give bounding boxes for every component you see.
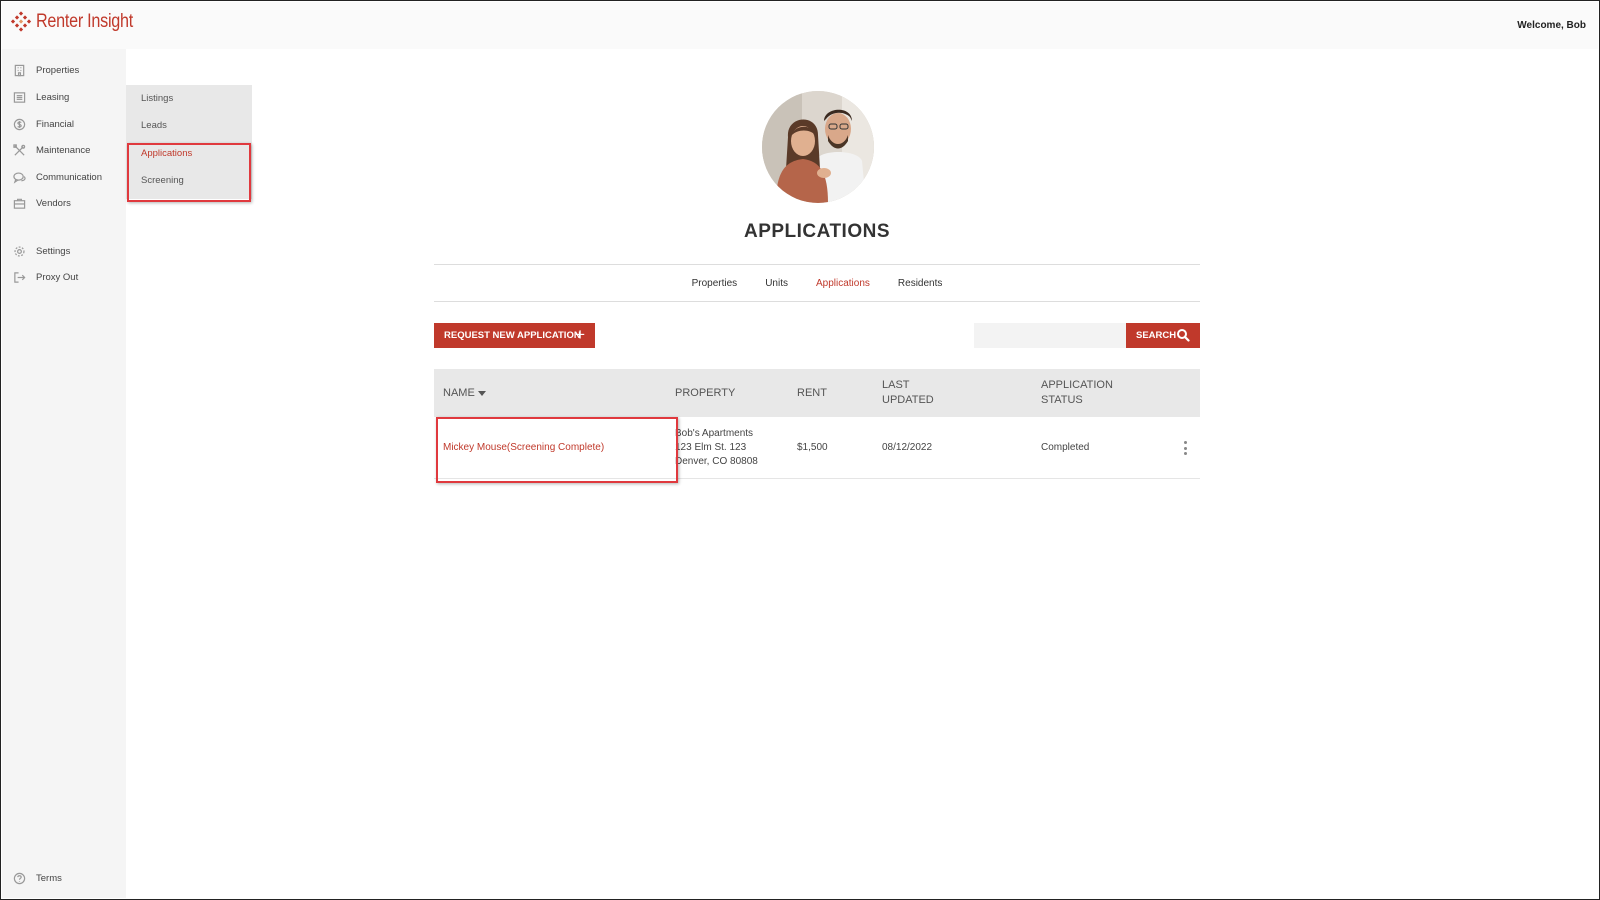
logout-icon [12, 270, 26, 284]
sidebar-item-label: Settings [36, 245, 71, 257]
property-cell: Bob's Apartments 123 Elm St. 123 Denver,… [675, 427, 758, 469]
column-rent: RENT [797, 387, 827, 399]
plus-icon: + [575, 325, 585, 344]
building-icon [12, 63, 26, 77]
status-cell: Completed [1041, 442, 1090, 453]
top-bar: Renter Insight Welcome, Bob [2, 2, 1598, 49]
page-title: APPLICATIONS [743, 221, 891, 242]
table-header: NAME PROPERTY RENT LAST UPDATED APPLICAT… [434, 369, 1200, 417]
property-name: Bob's Apartments [675, 428, 754, 439]
column-last-updated: LAST UPDATED [882, 378, 934, 408]
request-new-application-button[interactable]: REQUEST NEW APPLICATION + [434, 323, 595, 348]
column-last-updated-line1: LAST [882, 379, 910, 391]
gear-icon [12, 244, 26, 258]
dollar-icon [12, 117, 26, 131]
search-button[interactable]: SEARCH [1126, 323, 1200, 348]
submenu-item-applications[interactable]: Applications [141, 148, 192, 159]
sidebar-item-label: Proxy Out [36, 271, 79, 283]
column-status-line2: STATUS [1041, 394, 1083, 406]
submenu-item-screening[interactable]: Screening [141, 175, 184, 186]
tab-units[interactable]: Units [765, 278, 788, 289]
column-name[interactable]: NAME [443, 386, 486, 401]
sidebar-item-label: Vendors [36, 197, 71, 209]
app-window: Renter Insight Welcome, Bob Properties L… [0, 0, 1600, 900]
question-icon [12, 871, 26, 885]
brand-logo[interactable]: Renter Insight [10, 11, 150, 33]
search-input[interactable] [974, 323, 1126, 348]
tab-applications[interactable]: Applications [816, 278, 870, 289]
list-icon [12, 90, 26, 104]
chat-icon [12, 170, 26, 184]
rent-cell: $1,500 [797, 442, 828, 453]
table-row: Mickey Mouse(Screening Complete) Bob's A… [434, 417, 1200, 479]
column-application-status: APPLICATION STATUS [1041, 378, 1113, 408]
sidebar-item-label: Terms [36, 872, 62, 884]
property-city: Denver, CO 80808 [675, 456, 758, 467]
leasing-submenu: Listings Leads Applications Screening [126, 85, 252, 199]
sidebar-item-properties[interactable]: Properties [2, 60, 126, 80]
welcome-text: Welcome, Bob [1517, 20, 1586, 31]
sidebar-item-maintenance[interactable]: Maintenance [2, 140, 126, 160]
sidebar-item-proxy-out[interactable]: Proxy Out [2, 267, 126, 287]
submenu-item-listings[interactable]: Listings [141, 93, 173, 104]
sidebar-item-label: Communication [36, 171, 102, 183]
sidebar-item-vendors[interactable]: Vendors [2, 193, 126, 213]
hero-photo [762, 91, 874, 203]
tab-residents[interactable]: Residents [898, 278, 942, 289]
column-property: PROPERTY [675, 387, 736, 399]
column-name-label: NAME [443, 387, 475, 399]
search-icon [1177, 329, 1190, 342]
sidebar-item-label: Leasing [36, 91, 70, 103]
section-tabs: Properties Units Applications Residents [434, 264, 1200, 302]
sidebar-item-settings[interactable]: Settings [2, 241, 126, 261]
search-button-label: SEARCH [1136, 330, 1177, 341]
sidebar-item-label: Maintenance [36, 144, 91, 156]
column-last-updated-line2: UPDATED [882, 394, 934, 406]
column-status-line1: APPLICATION [1041, 379, 1113, 391]
tools-icon [12, 143, 26, 157]
tab-properties[interactable]: Properties [692, 278, 738, 289]
sidebar-item-terms[interactable]: Terms [2, 868, 126, 888]
sidebar: Properties Leasing Financial Maintenance… [2, 49, 126, 898]
logo-diamond-icon [10, 11, 32, 32]
brand-name: Renter Insight [36, 11, 133, 32]
property-street: 123 Elm St. 123 [675, 442, 747, 453]
last-updated-cell: 08/12/2022 [882, 442, 933, 453]
sidebar-item-label: Financial [36, 118, 75, 130]
sidebar-item-communication[interactable]: Communication [2, 167, 126, 187]
sidebar-item-label: Properties [36, 64, 80, 76]
sidebar-item-leasing[interactable]: Leasing [2, 87, 126, 107]
briefcase-icon [12, 196, 26, 210]
applicant-name-link[interactable]: Mickey Mouse(Screening Complete) [443, 441, 604, 455]
submenu-item-leads[interactable]: Leads [141, 120, 167, 131]
row-menu-icon[interactable] [1182, 441, 1188, 455]
sort-caret-icon [477, 390, 486, 396]
request-button-label: REQUEST NEW APPLICATION [444, 330, 581, 341]
sidebar-item-financial[interactable]: Financial [2, 114, 126, 134]
